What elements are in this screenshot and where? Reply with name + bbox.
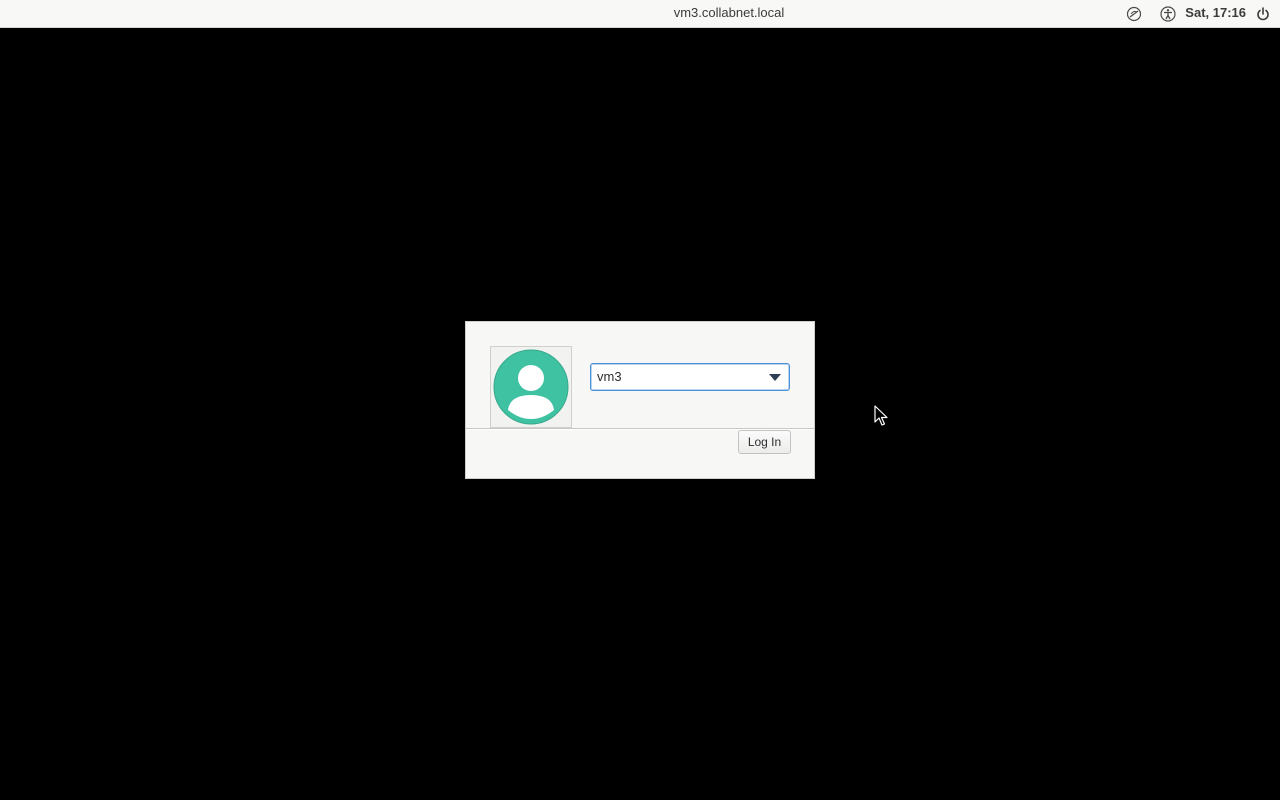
mouse-cursor-icon	[874, 405, 888, 426]
clock[interactable]: Sat, 17:16	[1185, 5, 1246, 20]
selected-user: vm3	[597, 369, 622, 384]
chevron-down-icon[interactable]	[769, 374, 781, 381]
accessibility-icon[interactable]	[1159, 5, 1177, 23]
top-panel: vm3.collabnet.local Sat, 17:16	[0, 0, 1280, 28]
avatar	[490, 346, 572, 428]
network-icon[interactable]	[1125, 5, 1143, 23]
hostname-label: vm3.collabnet.local	[673, 5, 785, 20]
system-tray: Sat, 17:16	[1125, 0, 1280, 27]
user-select[interactable]: vm3	[590, 363, 790, 391]
power-icon[interactable]	[1254, 5, 1272, 23]
user-avatar-icon	[493, 349, 569, 425]
login-button[interactable]: Log In	[738, 430, 791, 454]
login-dialog: vm3 Log In	[465, 321, 815, 479]
